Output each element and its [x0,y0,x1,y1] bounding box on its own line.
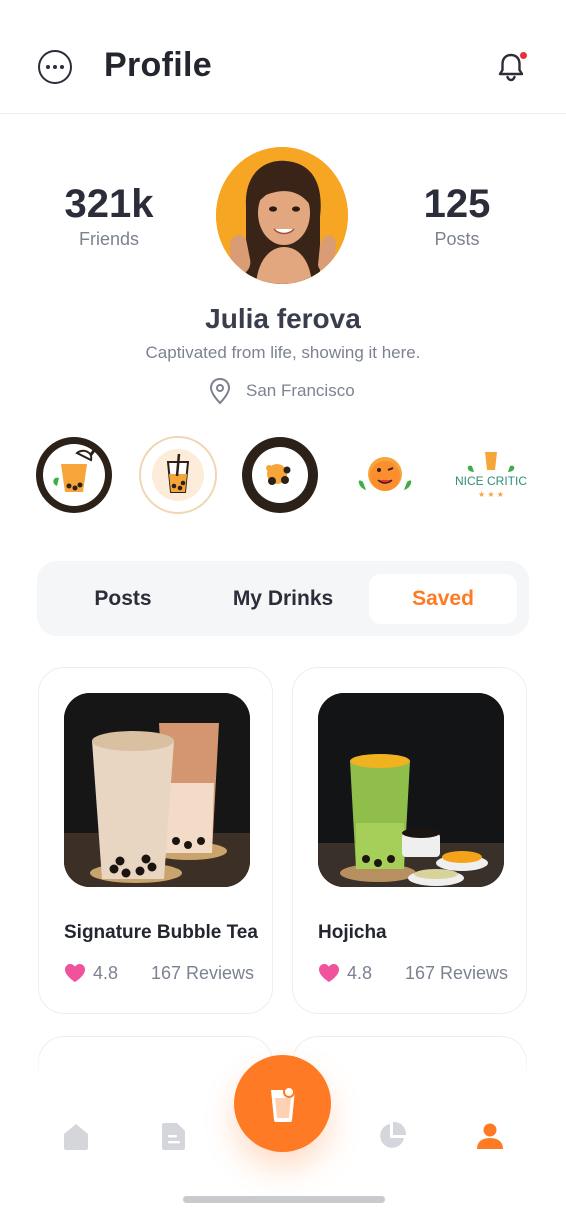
drink-image [318,693,504,887]
drink-card[interactable]: Signature Bubble Tea 4.8 167 Reviews [38,667,273,1014]
tab-saved[interactable]: Saved [369,574,517,624]
posts-stat[interactable]: 125 Posts [387,182,527,250]
home-indicator [183,1196,385,1203]
svg-text:★ ★ ★: ★ ★ ★ [478,490,504,499]
drink-reviews[interactable]: 167 Reviews [405,963,508,984]
document-icon[interactable] [158,1120,190,1152]
drink-fab-button[interactable] [234,1055,331,1152]
drink-rating: 4.8 [347,962,373,983]
notification-dot [520,52,527,59]
svg-text:NICE CRITIC: NICE CRITIC [455,474,527,488]
location-pin-icon [209,377,231,405]
chart-icon[interactable] [376,1120,408,1152]
drink-meta: 4.8 167 Reviews [64,960,254,986]
nice-critic-badge[interactable]: NICE CRITIC ★ ★ ★ [452,436,530,514]
drink-icon [270,1085,295,1122]
posts-count: 125 [423,182,491,226]
location: San Francisco [208,377,355,405]
posts-label: Posts [434,229,480,249]
drink-title: Signature Bubble Tea [64,922,258,943]
friends-stat[interactable]: 321k Friends [39,182,179,250]
location-text: San Francisco [246,381,355,400]
topping-lover-badge[interactable] [241,436,319,514]
drink-rating: 4.8 [93,962,119,983]
avatar[interactable] [216,147,348,284]
page-title: Profile [104,46,212,84]
drink-meta: 4.8 167 Reviews [318,960,508,986]
drink-title: Hojicha [318,922,387,943]
drink-reviews[interactable]: 167 Reviews [151,963,254,984]
profile-icon[interactable] [474,1120,506,1152]
drink-card[interactable]: Hojicha 4.8 167 Reviews [292,667,527,1014]
more-circle-icon[interactable] [38,50,72,84]
drink-image [64,693,250,887]
user-name: Julia ferova [205,303,361,334]
tab-my-drinks[interactable]: My Drinks [209,574,357,624]
home-icon[interactable] [60,1120,92,1152]
friends-count: 321k [64,182,154,226]
friends-label: Friends [78,229,140,249]
pro-taste-tester-badge[interactable] [346,436,424,514]
user-bio: Captivated from life, showing it here. [145,343,421,362]
app-header: Profile [0,0,566,114]
awesome-reviewer-badge[interactable] [139,436,217,514]
boba-drinker-badge[interactable] [35,436,113,514]
tab-posts[interactable]: Posts [49,574,197,624]
heart-icon[interactable] [64,963,86,983]
heart-icon[interactable] [318,963,340,983]
profile-tabs: Posts My Drinks Saved [37,561,529,636]
